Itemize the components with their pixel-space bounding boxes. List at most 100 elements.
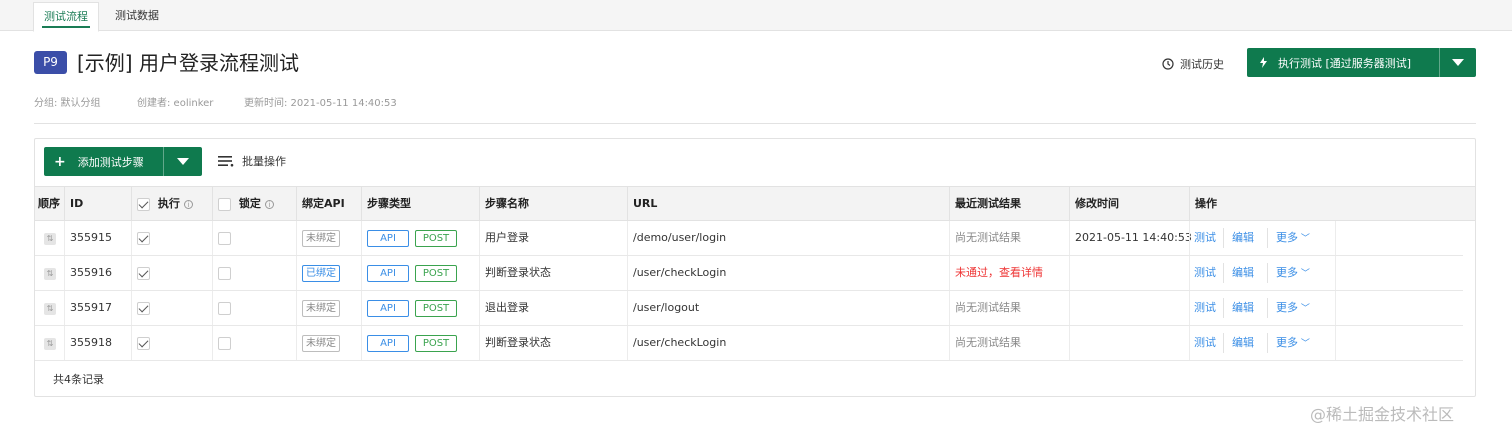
step-url: /user/checkLogin: [627, 326, 949, 360]
lock-cell: [212, 256, 296, 290]
record-count: 共4条记录: [53, 373, 104, 386]
last-result: 尚无测试结果: [949, 326, 1069, 360]
drag-handle-icon[interactable]: ⇅: [44, 233, 56, 245]
bind-status-badge: 未绑定: [302, 299, 340, 317]
caret-down-icon: [177, 158, 189, 165]
edit-link[interactable]: 编辑: [1232, 221, 1254, 255]
drag-handle-icon[interactable]: ⇅: [44, 303, 56, 315]
batch-operations-button[interactable]: 批量操作: [218, 153, 286, 169]
test-link[interactable]: 测试: [1194, 221, 1216, 255]
exec-all-checkbox[interactable]: [137, 197, 150, 211]
add-step-button[interactable]: + 添加测试步骤: [44, 147, 202, 176]
actions-cell: 测试 编辑 更多 ﹀: [1189, 221, 1335, 255]
chevron-down-icon: ﹀: [1298, 304, 1310, 314]
plus-icon: +: [54, 153, 66, 170]
add-step-dropdown-button[interactable]: [164, 147, 202, 176]
bind-cell: 未绑定: [296, 221, 361, 255]
page-title: [示例] 用户登录流程测试: [77, 51, 299, 75]
step-name: 判断登录状态: [479, 256, 627, 290]
more-link[interactable]: 更多 ﹀: [1276, 291, 1310, 326]
col-modified: 修改时间: [1069, 187, 1189, 220]
tab-test-flow[interactable]: 测试流程: [33, 2, 99, 32]
type-cell: API POST: [361, 256, 479, 290]
drag-handle-icon[interactable]: ⇅: [44, 338, 56, 350]
more-link[interactable]: 更多 ﹀: [1276, 221, 1310, 256]
table-row: ⇅ 355915 未绑定 API POST 用户登录 /demo/user/log…: [35, 221, 1463, 256]
exec-checkbox[interactable]: [137, 231, 150, 245]
table-row: ⇅ 355918 未绑定 API POST 判断登录状态 /user/checkL…: [35, 326, 1463, 361]
more-label: 更多: [1276, 336, 1298, 349]
edit-link[interactable]: 编辑: [1232, 291, 1254, 325]
batch-label: 批量操作: [242, 155, 286, 168]
api-badge: API: [367, 229, 409, 247]
step-id: 355915: [64, 221, 131, 255]
api-badge: API: [367, 334, 409, 352]
actions-cell: 测试 编辑 更多 ﹀: [1189, 326, 1335, 360]
col-step-type: 步骤类型: [361, 187, 479, 220]
actions-cell: 测试 编辑 更多 ﹀: [1189, 256, 1335, 290]
tab-test-data[interactable]: 测试数据: [105, 2, 169, 31]
lock-checkbox[interactable]: [218, 231, 231, 245]
modified-time: [1069, 256, 1189, 290]
exec-cell: [131, 221, 212, 255]
exec-cell: [131, 256, 212, 290]
col-lock: 锁定 i: [212, 187, 296, 220]
method-badge: POST: [415, 264, 457, 282]
priority-badge: P9: [34, 51, 67, 74]
add-step-label: 添加测试步骤: [77, 155, 144, 169]
test-link[interactable]: 测试: [1194, 326, 1216, 360]
more-label: 更多: [1276, 266, 1298, 279]
col-last-result: 最近测试结果: [949, 187, 1069, 220]
modified-time: 2021-05-11 14:40:53: [1069, 221, 1192, 255]
last-result: 尚无测试结果: [949, 221, 1069, 255]
bind-cell: 未绑定: [296, 291, 361, 325]
col-order: 顺序: [38, 197, 60, 210]
more-link[interactable]: 更多 ﹀: [1276, 326, 1310, 361]
empty-cell: [1335, 256, 1463, 290]
execute-test-button[interactable]: 执行测试 [通过服务器测试]: [1247, 48, 1476, 77]
col-actions: 操作: [1189, 187, 1475, 220]
creator-meta: 创建者: eolinker: [137, 98, 214, 109]
col-id: ID: [64, 187, 131, 220]
lock-checkbox[interactable]: [218, 336, 231, 350]
step-name: 判断登录状态: [479, 326, 627, 360]
drag-handle-icon[interactable]: ⇅: [44, 268, 56, 280]
drag-handle-cell: ⇅: [35, 291, 64, 325]
exec-checkbox[interactable]: [137, 301, 150, 315]
test-history-link[interactable]: 测试历史: [1162, 56, 1224, 72]
exec-checkbox[interactable]: [137, 336, 150, 350]
method-badge: POST: [415, 229, 457, 247]
col-step-name: 步骤名称: [479, 187, 627, 220]
result-fail-link[interactable]: 未通过，查看详情: [949, 256, 1069, 290]
api-badge: API: [367, 299, 409, 317]
chevron-down-icon: ﹀: [1298, 269, 1310, 279]
test-link[interactable]: 测试: [1194, 291, 1216, 325]
edit-link[interactable]: 编辑: [1232, 326, 1254, 360]
lock-checkbox[interactable]: [218, 266, 231, 280]
lock-all-checkbox[interactable]: [218, 197, 231, 211]
lock-checkbox[interactable]: [218, 301, 231, 315]
col-lock-label: 锁定: [238, 197, 261, 210]
empty-cell: [1335, 326, 1463, 360]
info-icon: i: [183, 199, 193, 209]
step-name: 用户登录: [479, 221, 627, 255]
step-url: /user/checkLogin: [627, 256, 949, 290]
caret-down-icon: [1452, 59, 1464, 66]
step-id: 355916: [64, 256, 131, 290]
header-divider: [34, 123, 1476, 124]
tab-bar: 测试流程 测试数据: [0, 0, 1512, 32]
col-exec-label: 执行: [157, 197, 180, 210]
test-link[interactable]: 测试: [1194, 256, 1216, 290]
info-icon: i: [264, 199, 274, 209]
last-result: 尚无测试结果: [949, 291, 1069, 325]
step-id: 355918: [64, 326, 131, 360]
bind-status-badge: 未绑定: [302, 229, 340, 247]
exec-checkbox[interactable]: [137, 266, 150, 280]
drag-handle-cell: ⇅: [35, 221, 64, 255]
more-link[interactable]: 更多 ﹀: [1276, 256, 1310, 291]
edit-link[interactable]: 编辑: [1232, 256, 1254, 290]
method-badge: POST: [415, 334, 457, 352]
bind-status-badge: 已绑定: [302, 264, 340, 282]
execute-dropdown-button[interactable]: [1440, 48, 1476, 77]
table-row: ⇅ 355917 未绑定 API POST 退出登录 /user/logout 尚…: [35, 291, 1463, 326]
